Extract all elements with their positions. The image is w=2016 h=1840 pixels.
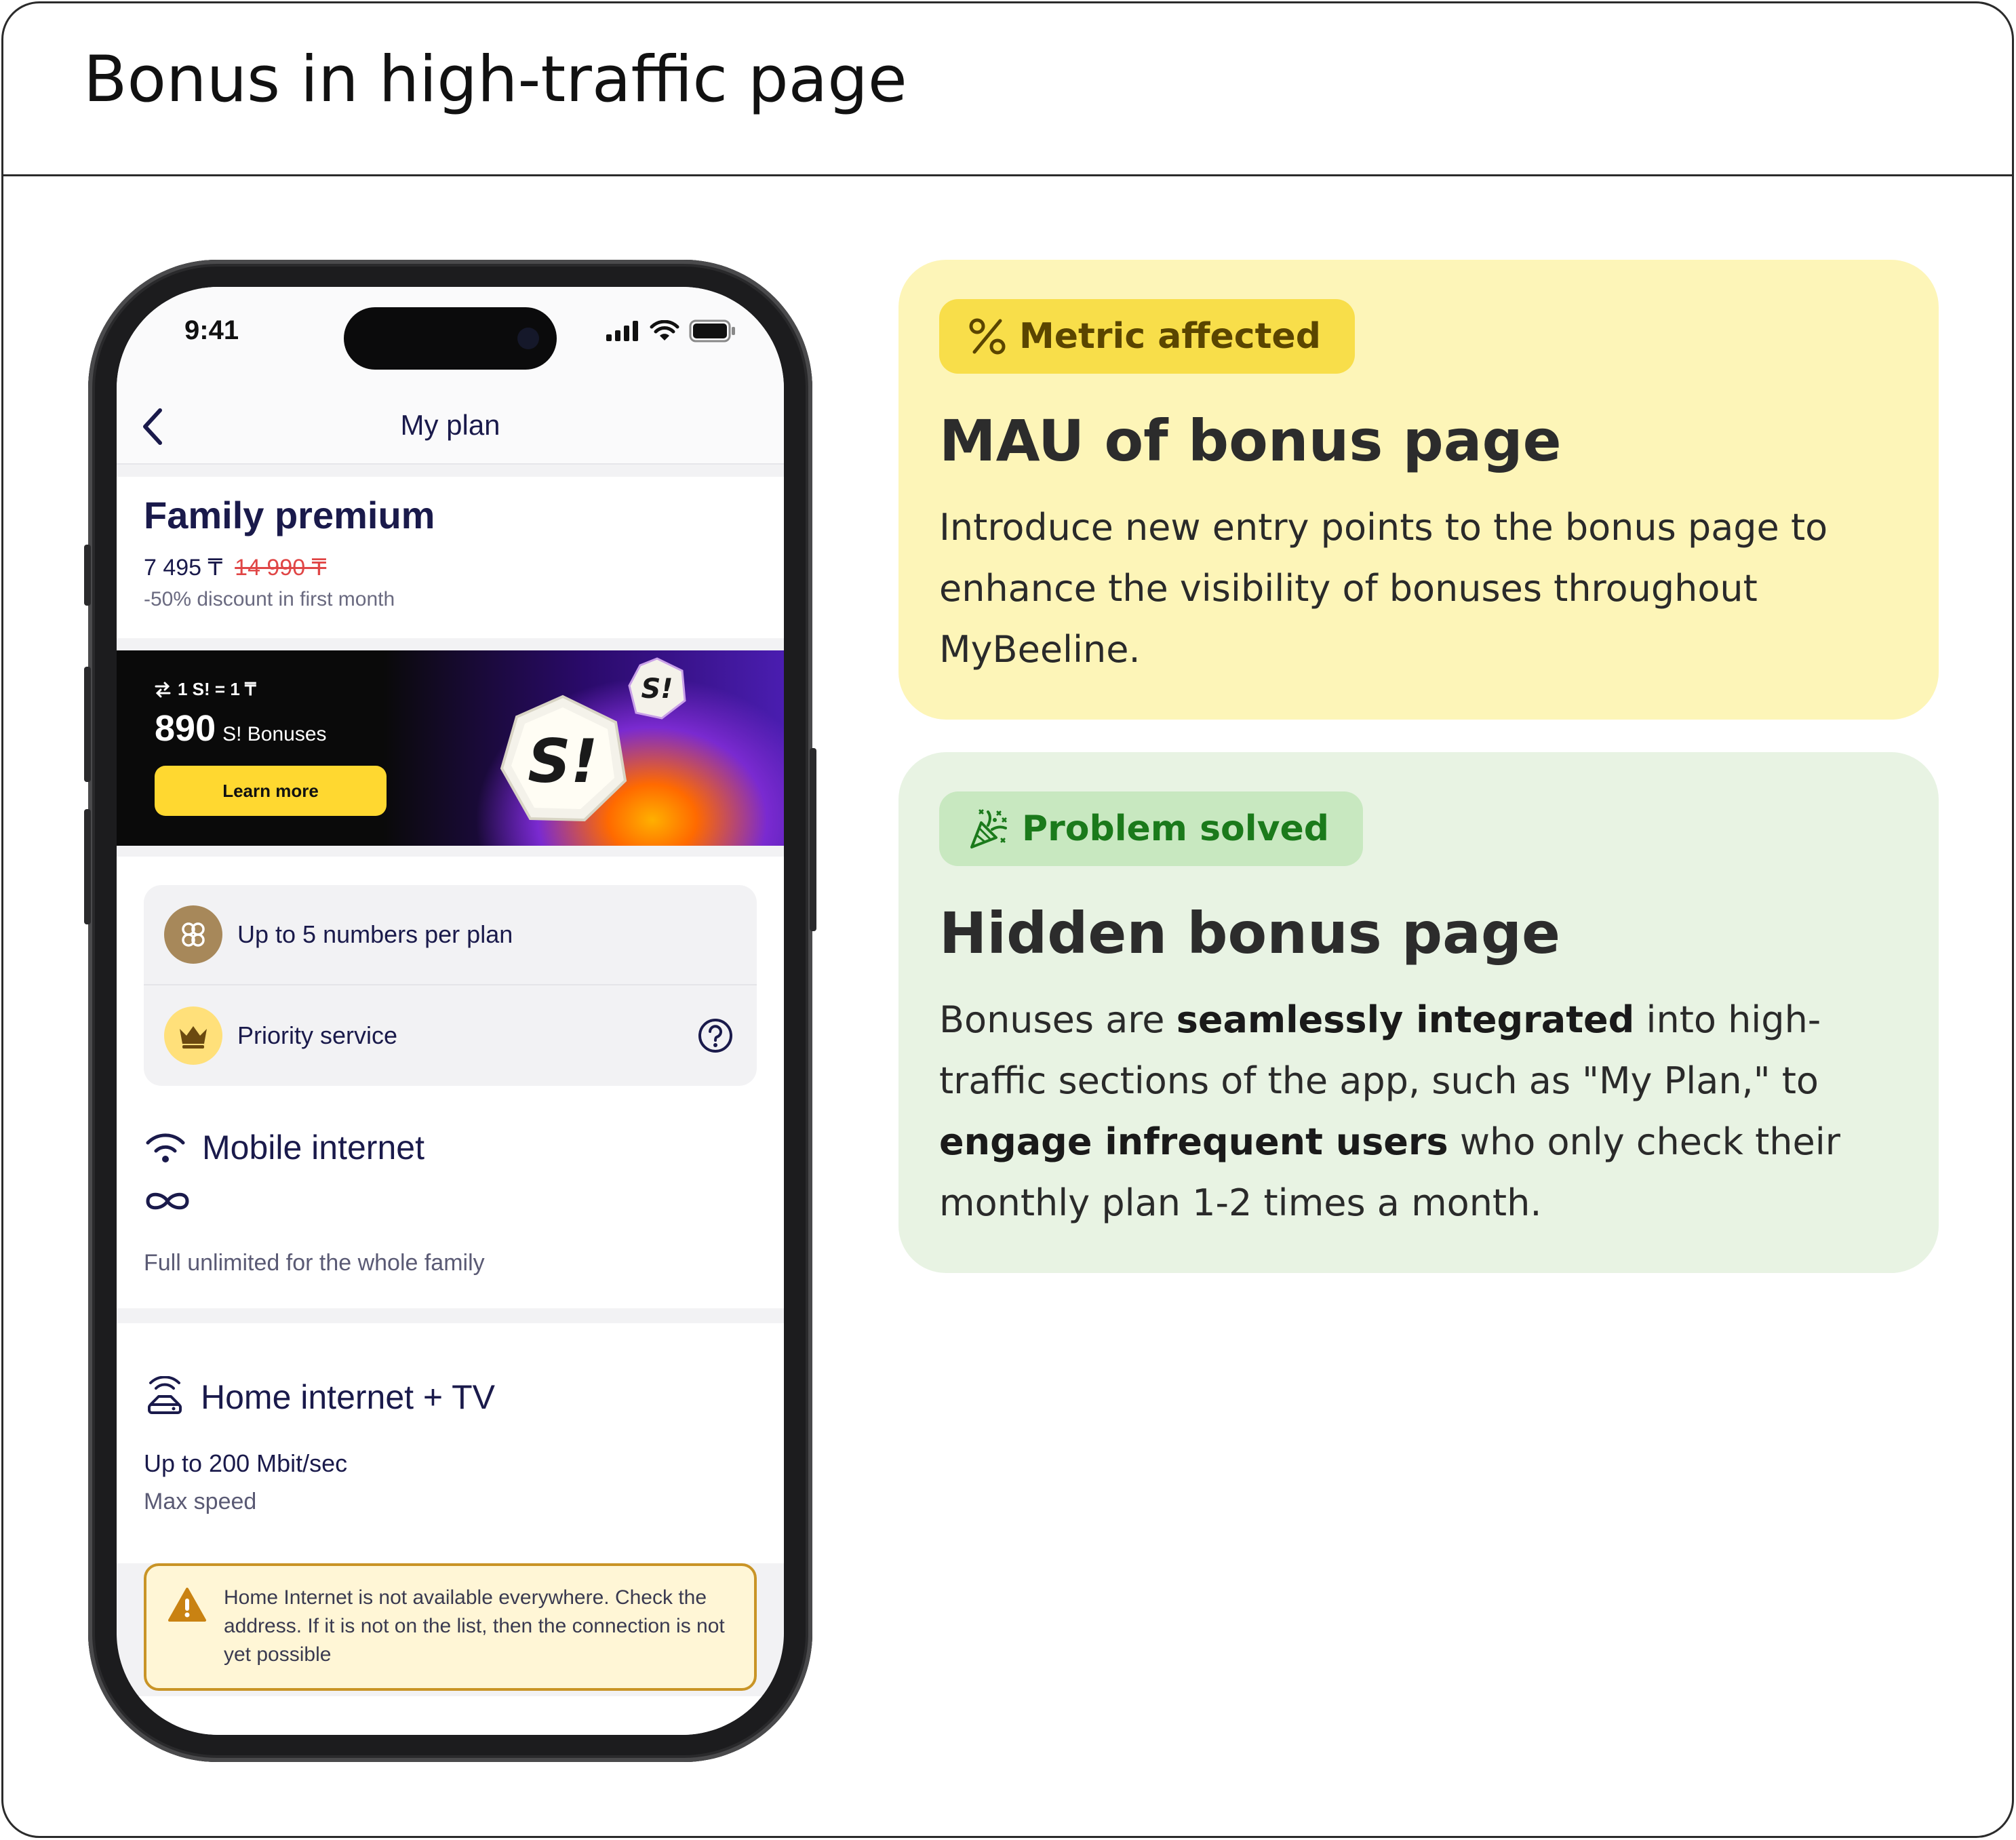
volume-up-button [84, 667, 91, 782]
learn-more-button[interactable]: Learn more [155, 766, 387, 816]
feature-label: Priority service [237, 1021, 398, 1049]
navigation-bar: My plan [117, 389, 784, 465]
battery-icon [689, 319, 735, 342]
router-icon [148, 1376, 182, 1414]
plan-discount: -50% discount in first month [144, 588, 395, 610]
plan-price-row: 7 495 ₸ 14 990 ₸ [144, 554, 326, 581]
bonus-coin-large-icon: S! [500, 694, 627, 822]
wifi-icon [146, 1133, 185, 1162]
home-internet-speed: Up to 200 Mbit/sec [144, 1449, 348, 1477]
home-internet-title: Home internet + TV [201, 1378, 496, 1416]
metric-badge-label: Metric affected [1019, 316, 1321, 357]
family-icon [164, 905, 222, 964]
feature-row[interactable]: Priority service [144, 985, 757, 1086]
exchange-rate: 1 S! = 1 ₸ [155, 679, 256, 700]
coin-small-text: S! [641, 673, 673, 705]
warning-icon [168, 1588, 206, 1622]
party-popper-icon [970, 809, 1007, 848]
plan-name: Family premium [144, 494, 435, 536]
exchange-rate-text: 1 S! = 1 ₸ [178, 679, 256, 699]
status-time: 9:41 [184, 315, 239, 345]
bonus-coin-small-icon: S! [628, 657, 686, 720]
problem-card: Problem solved Hidden bonus page Bonuses… [898, 752, 1939, 1273]
feature-row: Up to 5 numbers per plan [144, 885, 757, 985]
mobile-internet-subtitle: Full unlimited for the whole family [144, 1250, 485, 1276]
wifi-icon [650, 320, 679, 340]
bonus-balance: 890 S! Bonuses [155, 707, 327, 749]
phone-mockup: 9:41 My plan Family premium 7 495 ₸ 14 9… [84, 260, 816, 1762]
features-list: Up to 5 numbers per plan Priority servic… [144, 885, 757, 1086]
warning-text: Home Internet is not available everywher… [224, 1586, 725, 1666]
slide-card: Bonus in high-traffic page 9:41 My plan … [1, 1, 2014, 1838]
section-separator [117, 1308, 784, 1323]
availability-warning: Home Internet is not available everywher… [144, 1563, 757, 1691]
problem-body-text: Bonuses are [939, 998, 1177, 1041]
infinity-icon [146, 1192, 189, 1210]
screen-bottom [117, 1696, 784, 1735]
bonus-amount: 890 [155, 708, 216, 749]
page-title: Bonus in high-traffic page [83, 43, 907, 117]
plan-details: Up to 5 numbers per plan Priority servic… [117, 857, 784, 1563]
feature-label: Up to 5 numbers per plan [237, 920, 513, 948]
status-bar: 9:41 [117, 287, 784, 389]
problem-body-emphasis: engage infrequent users [939, 1120, 1448, 1163]
metric-body: Introduce new entry points to the bonus … [939, 506, 1828, 671]
metric-title: MAU of bonus page [939, 408, 1562, 474]
volume-down-button [84, 809, 91, 924]
plan-old-price: 14 990 ₸ [235, 555, 327, 581]
crown-icon [164, 1006, 222, 1065]
status-icons [606, 319, 736, 342]
camera-icon [517, 328, 539, 349]
action-button [84, 545, 91, 606]
phone-screen: 9:41 My plan Family premium 7 495 ₸ 14 9… [117, 287, 784, 1735]
nav-title: My plan [400, 409, 500, 441]
mobile-internet-title: Mobile internet [202, 1129, 424, 1167]
problem-body: Bonuses are seamlessly integrated into h… [939, 990, 1902, 1234]
bonus-label: S! Bonuses [222, 723, 327, 745]
metric-badge: Metric affected [939, 299, 1355, 374]
problem-title: Hidden bonus page [939, 900, 1560, 966]
plan-price: 7 495 ₸ [144, 555, 223, 581]
problem-badge: Problem solved [939, 791, 1363, 866]
percent-icon [969, 318, 1006, 355]
cellular-signal-icon [606, 321, 638, 341]
exchange-arrows-icon [155, 682, 171, 697]
plan-summary: Family premium 7 495 ₸ 14 990 ₸ -50% dis… [117, 477, 784, 638]
bonus-banner[interactable]: 1 S! = 1 ₸ 890 S! Bonuses Learn more S! … [117, 650, 784, 846]
dynamic-island [344, 307, 557, 370]
home-internet-speed-label: Max speed [144, 1489, 257, 1514]
problem-badge-label: Problem solved [1022, 808, 1329, 849]
mobile-internet-header: Mobile internet [144, 1128, 424, 1167]
power-button [810, 748, 816, 931]
coin-text: S! [528, 726, 598, 796]
help-icon[interactable] [697, 1017, 734, 1054]
title-divider [3, 174, 2012, 176]
problem-body-emphasis: seamlessly integrated [1176, 998, 1635, 1041]
home-internet-header: Home internet + TV [144, 1376, 495, 1418]
metric-card: Metric affected MAU of bonus page Introd… [898, 260, 1939, 720]
